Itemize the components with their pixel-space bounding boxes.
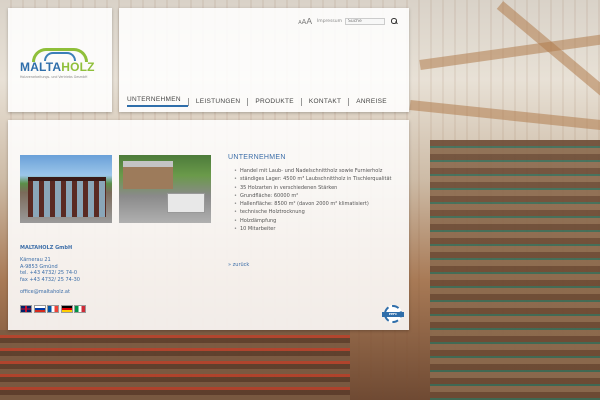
- list-item: ständiges Lager: 4500 m³ Laubschnittholz…: [234, 175, 406, 183]
- nav-item-unternehmen[interactable]: UNTERNEHMEN: [127, 96, 188, 107]
- list-item: technische Holztrocknung: [234, 208, 406, 216]
- pefc-certification-badge[interactable]: PEFC: [382, 305, 404, 323]
- language-switcher: [20, 305, 86, 313]
- content-panel: MALTAHOLZ GmbH Kärnerau 21 A-9853 Gmünd …: [8, 120, 409, 330]
- back-link[interactable]: » zurück: [228, 262, 249, 268]
- logo-text: MALTAHOLZ: [20, 60, 95, 74]
- company-logo[interactable]: MALTAHOLZ Holzverarbeitungs- und Vertrie…: [18, 48, 104, 82]
- background-beam: [409, 100, 600, 131]
- flag-english-icon[interactable]: [20, 305, 32, 313]
- company-name: MALTAHOLZ GmbH: [20, 245, 73, 251]
- nav-item-anreise[interactable]: ANREISE: [348, 97, 394, 106]
- shed-shape: [123, 161, 173, 189]
- list-item: Holzdämpfung: [234, 217, 406, 225]
- background-lumber-stack: [430, 140, 600, 400]
- font-size-switcher: A A A: [298, 16, 312, 26]
- logo-tagline: Holzverarbeitungs- und Vertriebs GesmbH: [20, 75, 88, 79]
- nav-item-kontakt[interactable]: KONTAKT: [300, 97, 348, 106]
- search-icon[interactable]: [391, 18, 397, 24]
- list-item: Grundfläche: 60000 m²: [234, 192, 406, 200]
- nav-item-leistungen[interactable]: LEISTUNGEN: [187, 97, 248, 106]
- flag-german-icon[interactable]: [60, 305, 73, 313]
- building-shape: [28, 177, 106, 217]
- company-facts-list: Handel mit Laub- und Nadelschnittholz so…: [234, 167, 406, 233]
- email-link[interactable]: office@maltaholz.at: [20, 289, 110, 295]
- font-size-large-button[interactable]: A: [306, 16, 312, 26]
- header-panel: A A A Impressum UNTERNEHMEN LEISTUNGEN P…: [119, 8, 409, 112]
- flag-french-icon[interactable]: [47, 305, 59, 313]
- flag-russian-icon[interactable]: [33, 305, 46, 313]
- nav-item-produkte[interactable]: PRODUKTE: [247, 97, 301, 106]
- section-title: UNTERNEHMEN: [228, 154, 286, 161]
- logo-panel: MALTAHOLZ Holzverarbeitungs- und Vertrie…: [8, 8, 112, 112]
- contact-info: MALTAHOLZ GmbH Kärnerau 21 A-9853 Gmünd …: [20, 245, 110, 295]
- list-item: 10 Mitarbeiter: [234, 225, 406, 233]
- fax-number: fax +43 4732/ 25 74-30: [20, 276, 80, 283]
- impressum-link[interactable]: Impressum: [317, 19, 342, 24]
- list-item: 35 Holzarten in verschiedenen Stärken: [234, 184, 406, 192]
- search-input[interactable]: [345, 17, 385, 25]
- company-building-photo[interactable]: [20, 155, 112, 223]
- header-tools: A A A Impressum: [298, 16, 397, 26]
- badge-label: PEFC: [382, 312, 404, 317]
- background-lumber-stack: [0, 330, 350, 400]
- list-item: Handel mit Laub- und Nadelschnittholz so…: [234, 167, 406, 175]
- main-navigation: UNTERNEHMEN LEISTUNGEN PRODUKTE KONTAKT …: [127, 96, 394, 107]
- flag-italian-icon[interactable]: [74, 305, 86, 313]
- yard-aerial-photo[interactable]: [119, 155, 211, 223]
- truck-shape: [167, 193, 205, 213]
- list-item: Hallenfläche: 8500 m² (davon 2000 m² kli…: [234, 200, 406, 208]
